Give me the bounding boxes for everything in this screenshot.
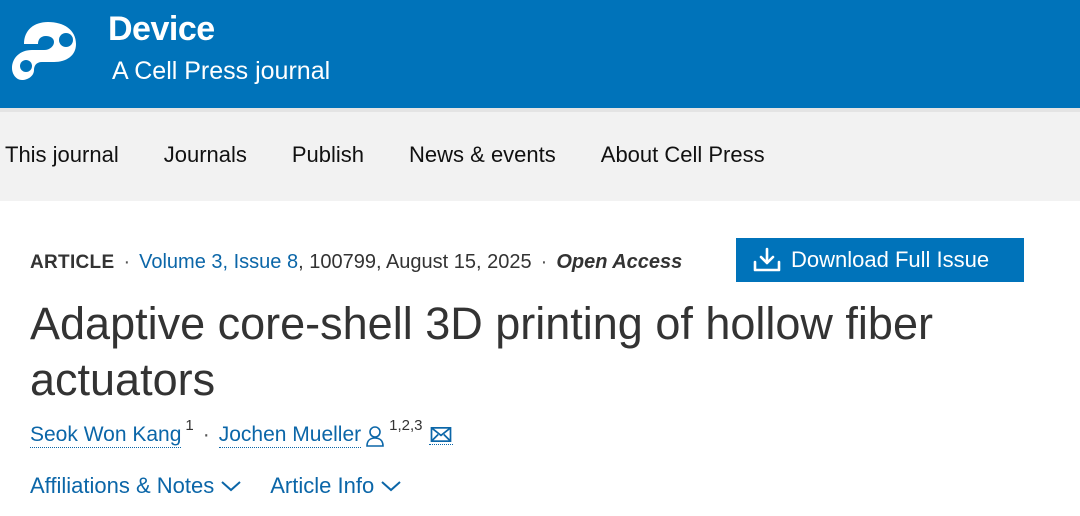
author-name[interactable]: Jochen Mueller: [218, 423, 362, 448]
nav-item-news-events[interactable]: News & events: [409, 142, 556, 168]
cell-press-logo-icon[interactable]: [8, 10, 88, 90]
nav-item-this-journal[interactable]: This journal: [5, 142, 119, 168]
article-type: ARTICLE: [30, 252, 115, 273]
affiliations-notes-toggle[interactable]: Affiliations & Notes: [30, 473, 242, 499]
nav-item-about-cell-press[interactable]: About Cell Press: [601, 142, 765, 168]
nav-item-publish[interactable]: Publish: [292, 142, 364, 168]
person-icon: [366, 426, 384, 447]
download-icon: [753, 247, 781, 272]
nav-item-journals[interactable]: Journals: [164, 142, 247, 168]
author-affiliation-number: 1: [185, 417, 194, 434]
site-header: Device A Cell Press journal: [0, 0, 1080, 108]
chevron-down-icon: [221, 481, 241, 492]
article-info-tabs: Affiliations & Notes Article Info: [30, 473, 430, 499]
volume-issue-link[interactable]: Volume 3, Issue 8: [139, 251, 298, 274]
journal-title[interactable]: Device: [108, 10, 215, 49]
meta-separator: ·: [540, 251, 548, 273]
author-list: Seok Won Kang 1 · Jochen Mueller 1,2,3: [30, 417, 453, 448]
download-button-label: Download Full Issue: [791, 247, 990, 272]
mail-icon[interactable]: [428, 425, 453, 445]
article-info-label: Article Info: [270, 473, 375, 498]
open-access-label: Open Access: [556, 251, 683, 273]
article-info-toggle[interactable]: Article Info: [270, 473, 402, 499]
article-id-date: , 100799, August 15, 2025: [298, 251, 532, 273]
chevron-down-icon: [381, 481, 401, 492]
author-separator: ·: [202, 423, 210, 446]
journal-subtitle: A Cell Press journal: [112, 57, 331, 85]
affiliations-notes-label: Affiliations & Notes: [30, 473, 215, 498]
main-navigation: This journal Journals Publish News & eve…: [0, 108, 1080, 201]
article-meta: ARTICLE · Volume 3, Issue 8 , 100799, Au…: [30, 251, 682, 274]
author-name[interactable]: Seok Won Kang: [30, 423, 182, 448]
meta-separator: ·: [123, 251, 131, 273]
download-full-issue-button[interactable]: Download Full Issue: [736, 238, 1024, 282]
article-title: Adaptive core-shell 3D printing of hollo…: [30, 298, 933, 405]
author-affiliation-number: 1,2,3: [389, 417, 423, 434]
